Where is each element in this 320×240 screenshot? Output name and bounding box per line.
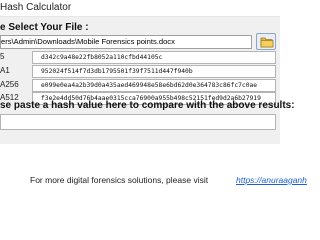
compare-hash-input[interactable] xyxy=(0,114,276,130)
website-link[interactable]: https://anuraaganh xyxy=(236,175,307,185)
md5-label: 5 xyxy=(0,52,5,61)
sha1-label: A1 xyxy=(0,66,10,75)
footer-text: For more digital forensics solutions, pl… xyxy=(30,175,209,185)
sha256-value[interactable]: e099e0ea4a2b39d0a435aed469948e58e6bd62d0… xyxy=(32,79,276,92)
sha1-value[interactable]: 952024f514f7d3db1795501f39f7511d447f940b xyxy=(32,65,276,78)
compare-label: se paste a hash value here to compare wi… xyxy=(0,100,295,111)
file-path-field[interactable]: ers\Admin\Downloads\Mobile Forensics poi… xyxy=(0,35,252,49)
title-bar: Hash Calculator xyxy=(0,0,280,17)
folder-icon xyxy=(260,37,274,48)
select-file-label: e Select Your File : xyxy=(0,22,89,33)
window-title: Hash Calculator xyxy=(0,2,72,13)
md5-value[interactable]: d342c9a48e22fb8052a110cfbd44105c xyxy=(32,51,276,64)
browse-button[interactable] xyxy=(256,33,276,50)
sha256-label: A256 xyxy=(0,80,19,89)
